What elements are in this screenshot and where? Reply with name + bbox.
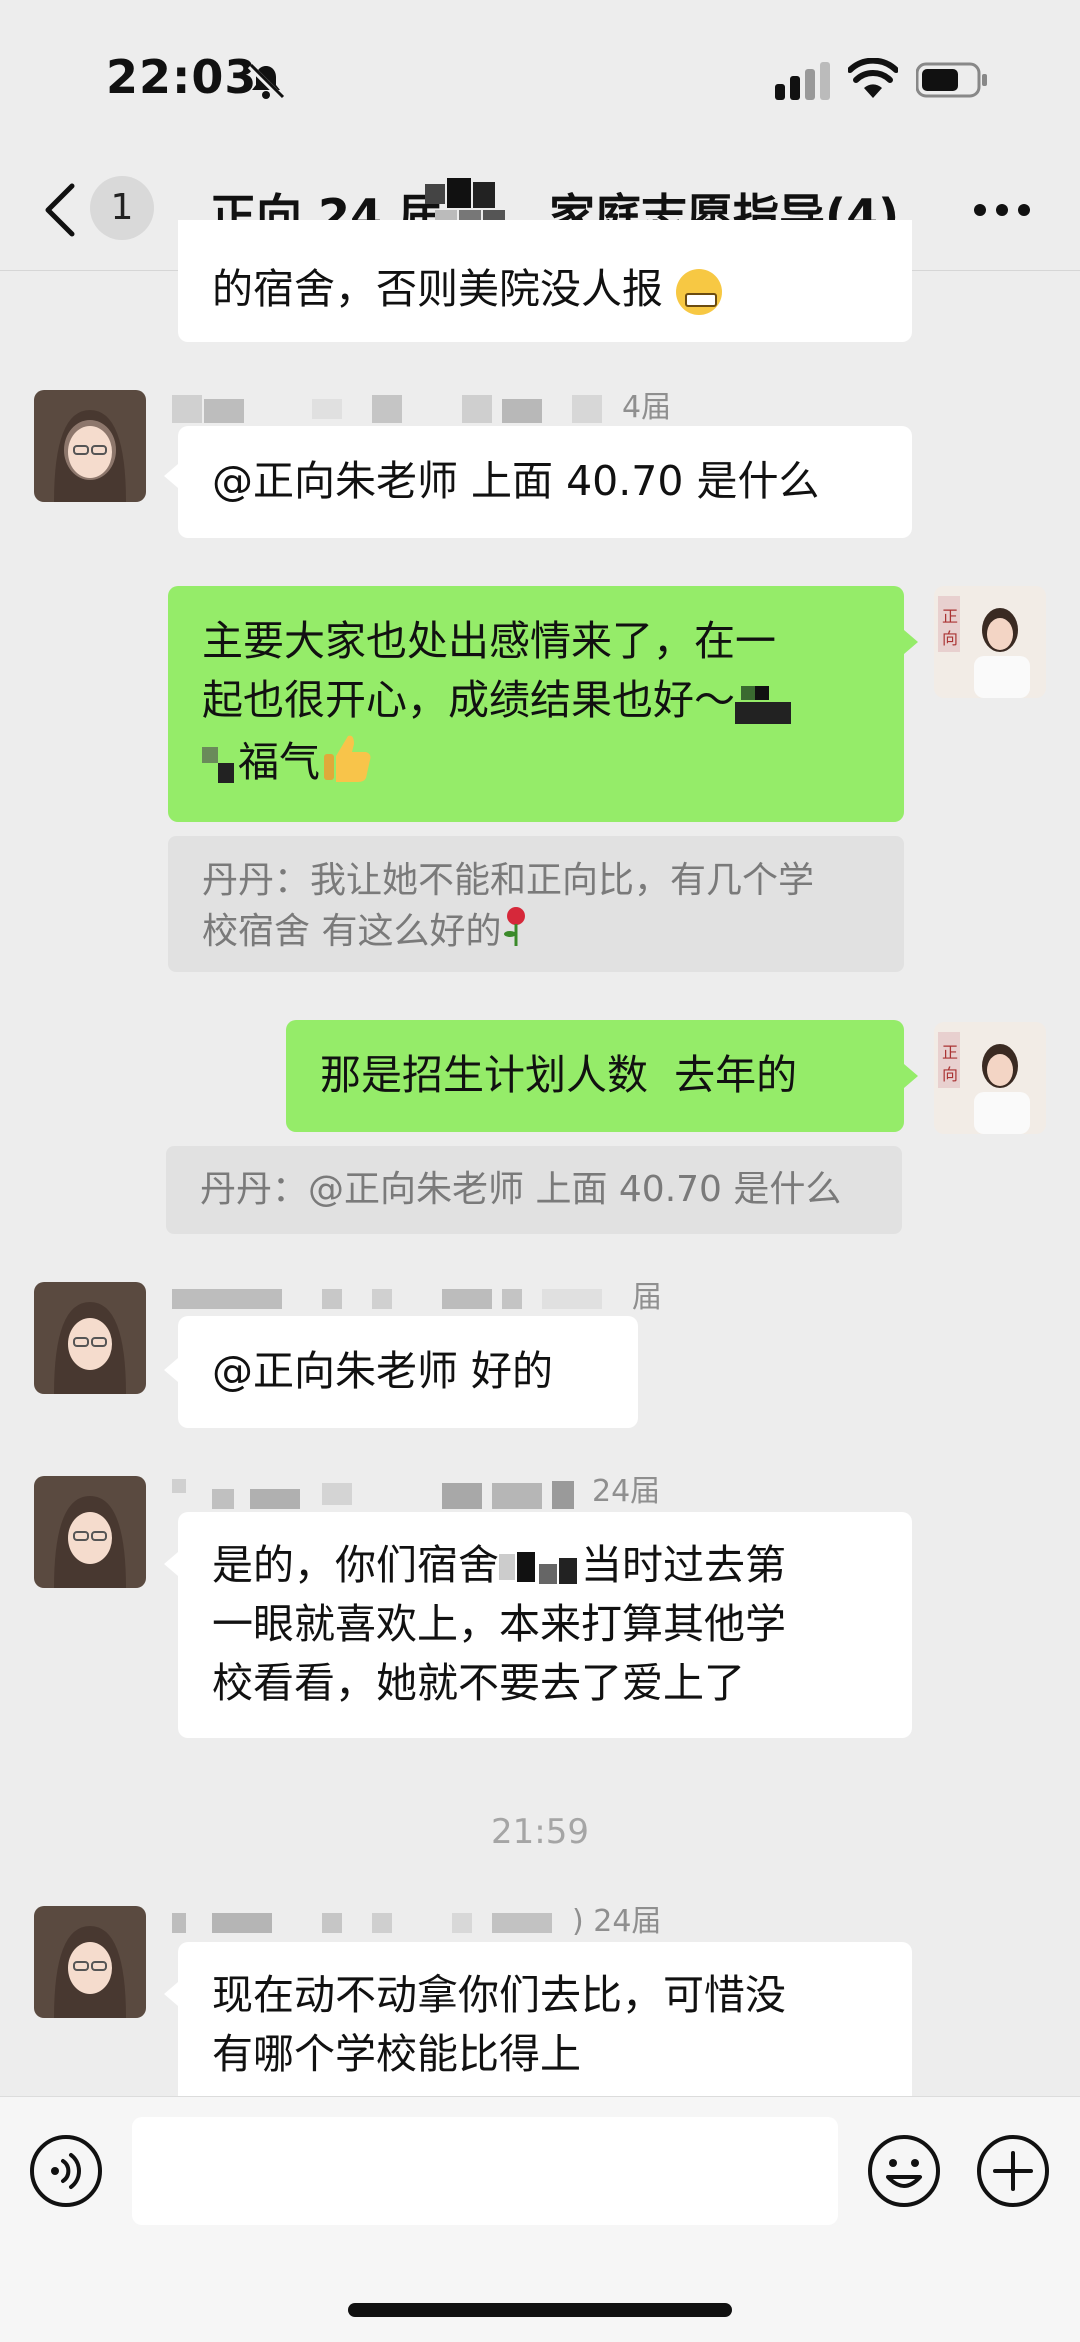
sender-name: 4届 — [172, 382, 671, 427]
message-bubble[interactable]: 是的，你们宿舍 当时过去第 一眼就喜欢上，本来打算其他学 校看看，她就不要去了爱上… — [178, 1512, 912, 1738]
redacted-mosaic — [172, 1912, 552, 1933]
voice-icon[interactable] — [28, 2133, 104, 2209]
message-bubble[interactable]: 那是招生计划人数 去年的 — [286, 1020, 904, 1132]
message-text: 有哪个学校能比得上 — [212, 2030, 581, 2078]
bell-slash-icon — [247, 63, 285, 101]
message-bubble[interactable]: @正向朱老师 好的 — [178, 1316, 638, 1428]
sender-name: 24届 — [172, 1466, 660, 1511]
thumbs-up-emoji-icon — [320, 730, 374, 800]
svg-text:正: 正 — [942, 1043, 958, 1062]
redacted-mosaic — [172, 394, 602, 423]
redacted-mosaic — [202, 747, 234, 783]
grin-emoji-icon — [676, 269, 723, 315]
avatar[interactable] — [34, 1282, 146, 1394]
sender-name: 届 — [172, 1272, 662, 1317]
message-text: 是的，你们宿舍 — [212, 1541, 499, 1589]
quoted-message[interactable]: 丹丹：@正向朱老师 上面 40.70 是什么 — [166, 1146, 902, 1234]
message-bubble[interactable]: 主要大家也处出感情来了，在一 起也很开心，成绩结果也好～ 福气 — [168, 586, 904, 822]
battery-icon — [916, 62, 987, 98]
redacted-mosaic — [735, 686, 791, 724]
unread-badge[interactable]: 1 — [90, 176, 154, 240]
plus-icon[interactable] — [975, 2133, 1051, 2209]
wifi-icon — [848, 58, 898, 98]
avatar[interactable] — [34, 390, 146, 502]
message-text: 当时过去第 — [581, 1541, 786, 1589]
redacted-mosaic — [499, 1552, 577, 1584]
avatar[interactable] — [34, 1906, 146, 2018]
message-bubble[interactable]: 现在动不动拿你们去比，可惜没 有哪个学校能比得上 — [178, 1942, 912, 2096]
chevron-left-icon[interactable] — [40, 180, 80, 240]
message-input[interactable] — [132, 2117, 838, 2225]
message-text: @正向朱老师 好的 — [212, 1347, 554, 1395]
svg-text:向: 向 — [942, 1065, 958, 1084]
message-text: 校看看，她就不要去了爱上了 — [212, 1659, 745, 1707]
message-text: 福气 — [238, 738, 320, 786]
more-icon[interactable] — [972, 200, 1032, 220]
quoted-message[interactable]: 丹丹：我让她不能和正向比，有几个学 校宿舍 有这么好的 — [168, 836, 904, 972]
sender-name: ) 24届 — [172, 1896, 661, 1941]
my-avatar[interactable]: 正向 — [934, 1022, 1046, 1134]
redacted-mosaic — [172, 1288, 602, 1309]
svg-text:向: 向 — [942, 629, 958, 648]
message-text: 起也很开心，成绩结果也好～ — [202, 676, 735, 724]
message-bubble[interactable]: @正向朱老师 上面 40.70 是什么 — [178, 426, 912, 538]
message-text: 主要大家也处出感情来了，在一 — [202, 617, 776, 665]
timestamp: 21:59 — [491, 1812, 589, 1852]
redacted-mosaic — [172, 1478, 574, 1509]
status-time: 22:03 — [106, 50, 258, 104]
home-indicator[interactable] — [348, 2303, 732, 2317]
message-text: 现在动不动拿你们去比，可惜没 — [212, 1971, 786, 2019]
svg-text:正: 正 — [942, 607, 958, 626]
avatar[interactable] — [34, 1476, 146, 1588]
message-bubble[interactable]: 的宿舍，否则美院没人报 — [178, 220, 912, 342]
message-text: 那是招生计划人数 去年的 — [320, 1051, 798, 1099]
message-text: 一眼就喜欢上，本来打算其他学 — [212, 1600, 786, 1648]
message-text: 的宿舍，否则美院没人报 — [212, 265, 663, 313]
signal-icon — [775, 62, 830, 100]
message-text: @正向朱老师 上面 40.70 是什么 — [212, 457, 820, 505]
status-bar: 22:03 — [0, 0, 1080, 150]
rose-emoji-icon — [501, 906, 531, 960]
emoji-icon[interactable] — [866, 2133, 942, 2209]
my-avatar[interactable]: 正向 — [934, 586, 1046, 698]
